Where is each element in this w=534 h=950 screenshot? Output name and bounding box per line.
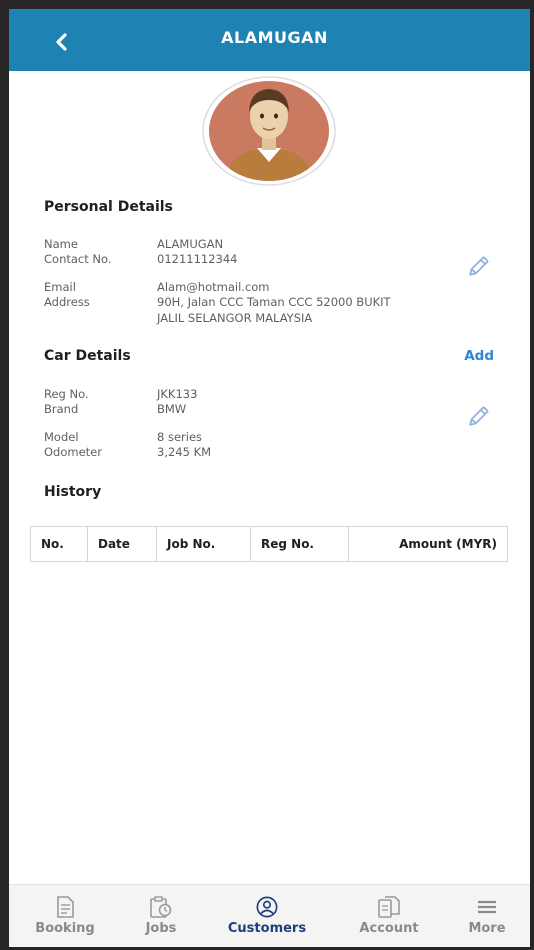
brand-value: BMW (157, 402, 187, 416)
pencil-icon (469, 256, 489, 276)
add-car-button[interactable]: Add (464, 348, 494, 364)
name-label: Name (44, 237, 78, 251)
odometer-label: Odometer (44, 445, 102, 459)
address-line-1: 90H, Jalan CCC Taman CCC 52000 BUKIT (157, 295, 391, 309)
booking-document-icon (57, 896, 74, 918)
nav-customers[interactable]: Customers (215, 885, 319, 947)
model-value: 8 series (157, 430, 203, 444)
column-header-amount: Amount (MYR) (348, 526, 508, 562)
column-header-job-no: Job No. (156, 526, 251, 562)
customers-user-circle-icon (256, 896, 278, 918)
hamburger-menu-icon (478, 900, 496, 914)
nav-booking-label: Booking (35, 921, 95, 936)
nav-jobs[interactable]: Jobs (131, 885, 191, 947)
email-value: Alam@hotmail.com (157, 280, 270, 294)
bottom-navigation: Booking Jobs Customers Account More (9, 884, 530, 947)
odometer-value: 3,245 KM (157, 445, 212, 459)
nav-customers-label: Customers (227, 921, 307, 936)
column-header-no: No. (30, 526, 88, 562)
jobs-clipboard-clock-icon (150, 896, 172, 918)
column-header-reg-no: Reg No. (250, 526, 349, 562)
address-label: Address (44, 295, 90, 309)
address-line-2: JALIL SELANGOR MALAYSIA (157, 311, 313, 325)
page-title: ALAMUGAN (221, 28, 328, 47)
reg-no-value: JKK133 (157, 387, 198, 401)
nav-more[interactable]: More (459, 885, 515, 947)
car-details-heading: Car Details (44, 348, 131, 364)
nav-more-label: More (468, 921, 506, 936)
app-screen: ALAMUGAN Personal Details Name ALAMUGAN … (9, 9, 530, 947)
contact-label: Contact No. (44, 252, 112, 266)
history-heading: History (44, 484, 102, 500)
edit-personal-details-button[interactable] (464, 253, 492, 281)
nav-account[interactable]: Account (346, 885, 432, 947)
history-table-header-row: No. Date Job No. Reg No. Amount (MYR) (30, 526, 508, 562)
top-app-bar: ALAMUGAN (9, 9, 530, 71)
customer-avatar (202, 76, 336, 186)
nav-account-label: Account (359, 921, 419, 936)
nav-jobs-label: Jobs (145, 921, 177, 936)
model-label: Model (44, 430, 79, 444)
edit-car-details-button[interactable] (464, 403, 492, 431)
column-header-date: Date (87, 526, 157, 562)
account-documents-icon (378, 896, 400, 918)
reg-no-label: Reg No. (44, 387, 89, 401)
nav-booking[interactable]: Booking (25, 885, 105, 947)
brand-label: Brand (44, 402, 79, 416)
email-label: Email (44, 280, 76, 294)
personal-details-heading: Personal Details (44, 199, 173, 215)
history-table: No. Date Job No. Reg No. Amount (MYR) (30, 526, 508, 562)
name-value: ALAMUGAN (157, 237, 224, 251)
pencil-icon (469, 406, 489, 426)
contact-value: 01211112344 (157, 252, 238, 266)
